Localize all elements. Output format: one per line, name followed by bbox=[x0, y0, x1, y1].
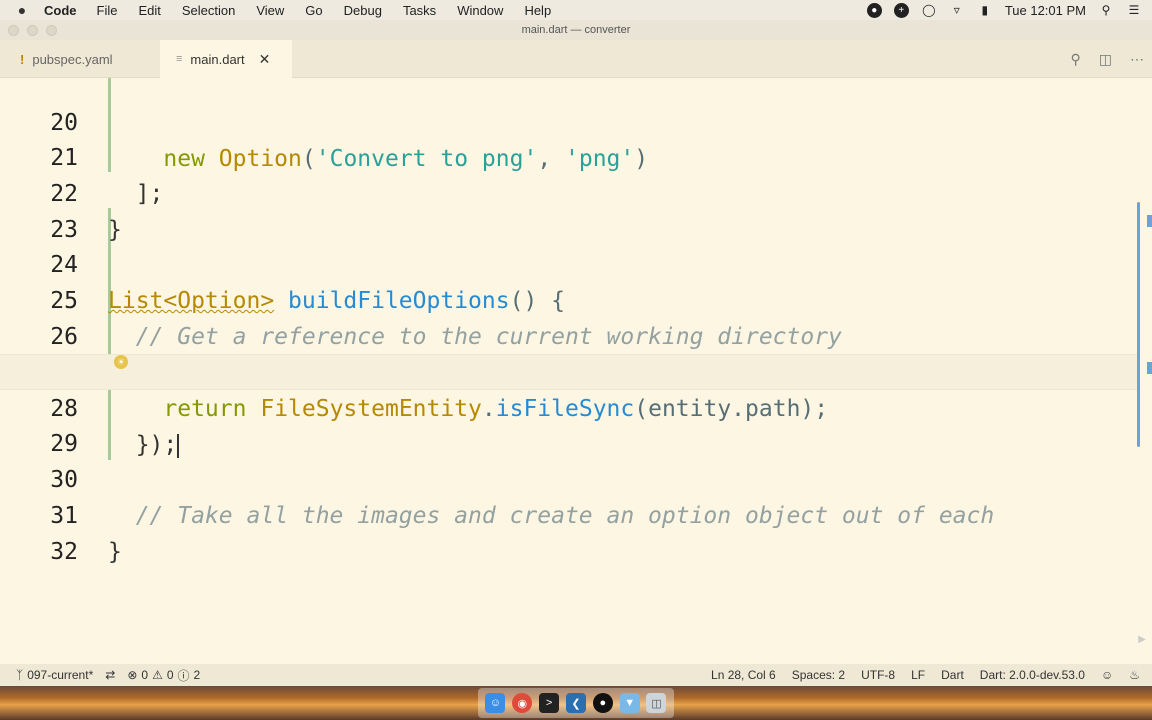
macos-menu-bar: ● Code File Edit Selection View Go Debug… bbox=[0, 0, 1152, 20]
close-window-button[interactable] bbox=[8, 25, 19, 36]
sync-icon: ⇄ bbox=[105, 668, 116, 682]
overview-ruler-mark bbox=[1147, 215, 1152, 227]
menu-selection[interactable]: Selection bbox=[182, 3, 235, 18]
info-icon: ⓘ bbox=[177, 668, 190, 683]
info-count: 2 bbox=[193, 668, 201, 682]
vscode-window: ● Code File Edit Selection View Go Debug… bbox=[0, 0, 1152, 720]
downloads-folder-icon[interactable]: ▼ bbox=[619, 693, 640, 713]
close-tab-icon[interactable]: ✕ bbox=[259, 51, 271, 68]
window-title: main.dart — converter bbox=[521, 24, 631, 36]
tab-label: main.dart bbox=[190, 51, 245, 67]
lightbulb-icon[interactable]: ☀ bbox=[114, 355, 128, 369]
dart-sdk-version[interactable]: Dart: 2.0.0-dev.53.0 bbox=[980, 668, 1085, 682]
macos-dock-area: ☺ ◉ > ❮ ● ▼ ◫ bbox=[0, 686, 1152, 720]
code-line-32[interactable]: 32 bbox=[0, 498, 1140, 565]
battery-icon[interactable]: ▮ bbox=[977, 2, 993, 18]
file-lines-icon: ≡ bbox=[176, 53, 183, 65]
warning-icon: ⚠ bbox=[152, 668, 163, 682]
recording-icon[interactable]: ● bbox=[866, 2, 882, 18]
vertical-scrollbar[interactable] bbox=[1137, 202, 1140, 447]
obs-icon[interactable]: ● bbox=[592, 693, 613, 713]
menu-go[interactable]: Go bbox=[305, 3, 322, 18]
finder-icon[interactable]: ☺ bbox=[485, 693, 506, 713]
language-mode[interactable]: Dart bbox=[941, 668, 964, 682]
code-line-30[interactable]: 30 // Take all the images and create an … bbox=[0, 426, 1140, 529]
terminal-icon[interactable]: > bbox=[539, 693, 560, 713]
status-bar: ᛉ 097-current* ⇄ ⊗ 0 ⚠ 0 ⓘ 2 Ln 28, Col … bbox=[0, 664, 1152, 686]
trash-icon[interactable]: ◫ bbox=[646, 693, 667, 713]
code-editor[interactable]: 20 new Option('Convert to png', 'png') 2… bbox=[0, 78, 1152, 664]
code-line-29[interactable]: 29 bbox=[0, 390, 1140, 457]
problems-summary[interactable]: ⊗ 0 ⚠ 0 ⓘ 2 bbox=[127, 667, 200, 684]
warning-count: 0 bbox=[166, 668, 174, 682]
menu-extras: ● + ◯ ▿ ▮ Tue 12:01 PM ⚲ ☰ bbox=[866, 0, 1142, 20]
code-text: } bbox=[108, 539, 122, 565]
code-line-20[interactable]: 20 new Option('Convert to png', 'png') bbox=[0, 78, 1140, 172]
menu-app-name[interactable]: Code bbox=[44, 3, 77, 18]
tab-label: pubspec.yaml bbox=[32, 51, 113, 67]
open-preview-icon[interactable]: ⚲ bbox=[1071, 51, 1081, 68]
notification-center-icon[interactable]: ☰ bbox=[1126, 2, 1142, 18]
window-controls bbox=[8, 25, 57, 36]
warning-marker-icon: ! bbox=[20, 51, 25, 67]
udemy-watermark: ▶ bbox=[1138, 634, 1146, 645]
code-line-22[interactable]: 22 } bbox=[0, 140, 1140, 243]
spotlight-search-icon[interactable]: ⚲ bbox=[1098, 2, 1114, 18]
vscode-icon[interactable]: ❮ bbox=[565, 693, 586, 713]
tab-pubspec-yaml[interactable]: ! pubspec.yaml bbox=[0, 40, 160, 78]
sync-status[interactable]: ⇄ bbox=[105, 668, 115, 682]
git-branch-label: 097-current* bbox=[27, 668, 94, 682]
file-encoding[interactable]: UTF-8 bbox=[861, 668, 895, 682]
apple-icon[interactable]: ● bbox=[0, 2, 44, 18]
error-count: 0 bbox=[141, 668, 149, 682]
tab-main-dart[interactable]: ≡ main.dart ✕ bbox=[160, 40, 292, 78]
feedback-smiley-icon[interactable]: ☺ bbox=[1101, 668, 1113, 682]
zoom-window-button[interactable] bbox=[46, 25, 57, 36]
wifi-icon[interactable]: ▿ bbox=[949, 2, 965, 18]
git-branch[interactable]: ᛉ 097-current* bbox=[16, 668, 93, 682]
menu-window[interactable]: Window bbox=[457, 3, 503, 18]
notifications-bell-icon[interactable]: ♨ bbox=[1129, 668, 1140, 682]
chrome-icon[interactable]: ◉ bbox=[512, 693, 533, 713]
plus-icon[interactable]: + bbox=[893, 2, 909, 18]
menu-debug[interactable]: Debug bbox=[344, 3, 382, 18]
indentation[interactable]: Spaces: 2 bbox=[792, 668, 845, 682]
overview-ruler-mark bbox=[1147, 362, 1152, 374]
code-line-28-current[interactable]: 28 }); bbox=[0, 354, 1140, 458]
code-line-21[interactable]: 21 ]; bbox=[0, 104, 1140, 207]
cursor-position[interactable]: Ln 28, Col 6 bbox=[711, 668, 776, 682]
code-line-23[interactable]: 23 bbox=[0, 176, 1140, 243]
menu-view[interactable]: View bbox=[256, 3, 284, 18]
clock[interactable]: Tue 12:01 PM bbox=[1005, 3, 1086, 18]
code-line-26[interactable]: 26 Directory.current.listSync().where((e… bbox=[0, 283, 1140, 386]
line-number: 32 bbox=[50, 539, 78, 565]
error-icon: ⊗ bbox=[127, 668, 138, 682]
menu-tasks[interactable]: Tasks bbox=[403, 3, 436, 18]
minimize-window-button[interactable] bbox=[27, 25, 38, 36]
more-actions-icon[interactable]: ⋯ bbox=[1130, 51, 1144, 68]
code-line-24[interactable]: 24 List<Option> buildFileOptions() { bbox=[0, 211, 1140, 314]
editor-tab-bar: ! pubspec.yaml ≡ main.dart ✕ ⚲ ◫ ⋯ bbox=[0, 40, 1152, 78]
end-of-line[interactable]: LF bbox=[911, 668, 925, 682]
code-line-25[interactable]: 25 // Get a reference to the current wor… bbox=[0, 247, 1140, 350]
glasses-icon[interactable]: ◯ bbox=[921, 2, 937, 18]
menu-file[interactable]: File bbox=[97, 3, 118, 18]
menu-help[interactable]: Help bbox=[524, 3, 551, 18]
dock: ☺ ◉ > ❮ ● ▼ ◫ bbox=[478, 688, 674, 718]
menu-edit[interactable]: Edit bbox=[138, 3, 160, 18]
editor-actions: ⚲ ◫ ⋯ bbox=[1071, 40, 1145, 78]
split-editor-icon[interactable]: ◫ bbox=[1099, 51, 1112, 68]
code-line-31[interactable]: 31 } bbox=[0, 462, 1140, 565]
window-titlebar: main.dart — converter bbox=[0, 20, 1152, 40]
git-branch-icon: ᛉ bbox=[16, 668, 24, 682]
code-line-27[interactable]: 27 return FileSystemEntity.isFileSync(en… bbox=[0, 319, 1140, 422]
